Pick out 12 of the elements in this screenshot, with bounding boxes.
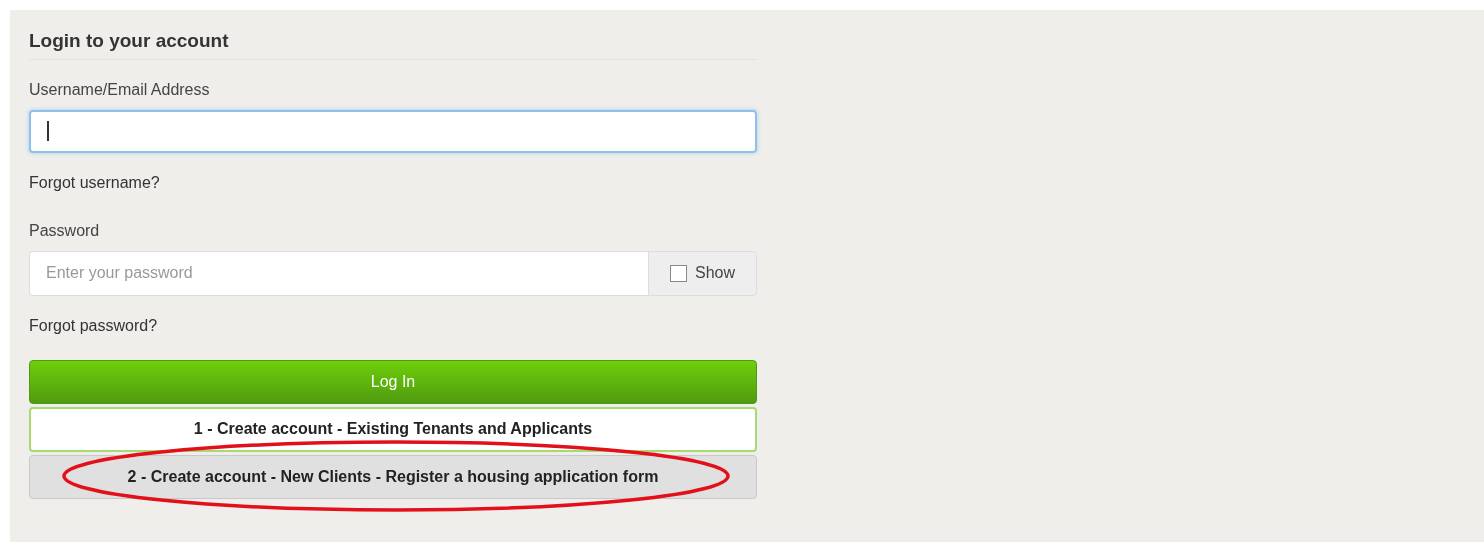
field-label: Username/Email Address: [29, 79, 210, 100]
forgot-username-link[interactable]: Forgot username?: [29, 170, 160, 195]
password-field[interactable]: Enter your password: [29, 250, 648, 296]
register-button[interactable]: 2 - Create account - New Clients - Register a housing application form: [29, 454, 757, 499]
checkbox[interactable]: [670, 264, 687, 282]
create-account-button[interactable]: 1 - Create account - Existing Tenants and Applicants: [29, 406, 757, 452]
form-title: Login to your account: [29, 30, 757, 60]
field-label: Password: [29, 220, 100, 241]
forgot-password-link[interactable]: Forgot password?: [29, 313, 158, 338]
show-password-toggle[interactable]: Show: [648, 250, 757, 296]
username-field[interactable]: [29, 109, 757, 153]
checkbox-label: Show: [695, 263, 735, 284]
